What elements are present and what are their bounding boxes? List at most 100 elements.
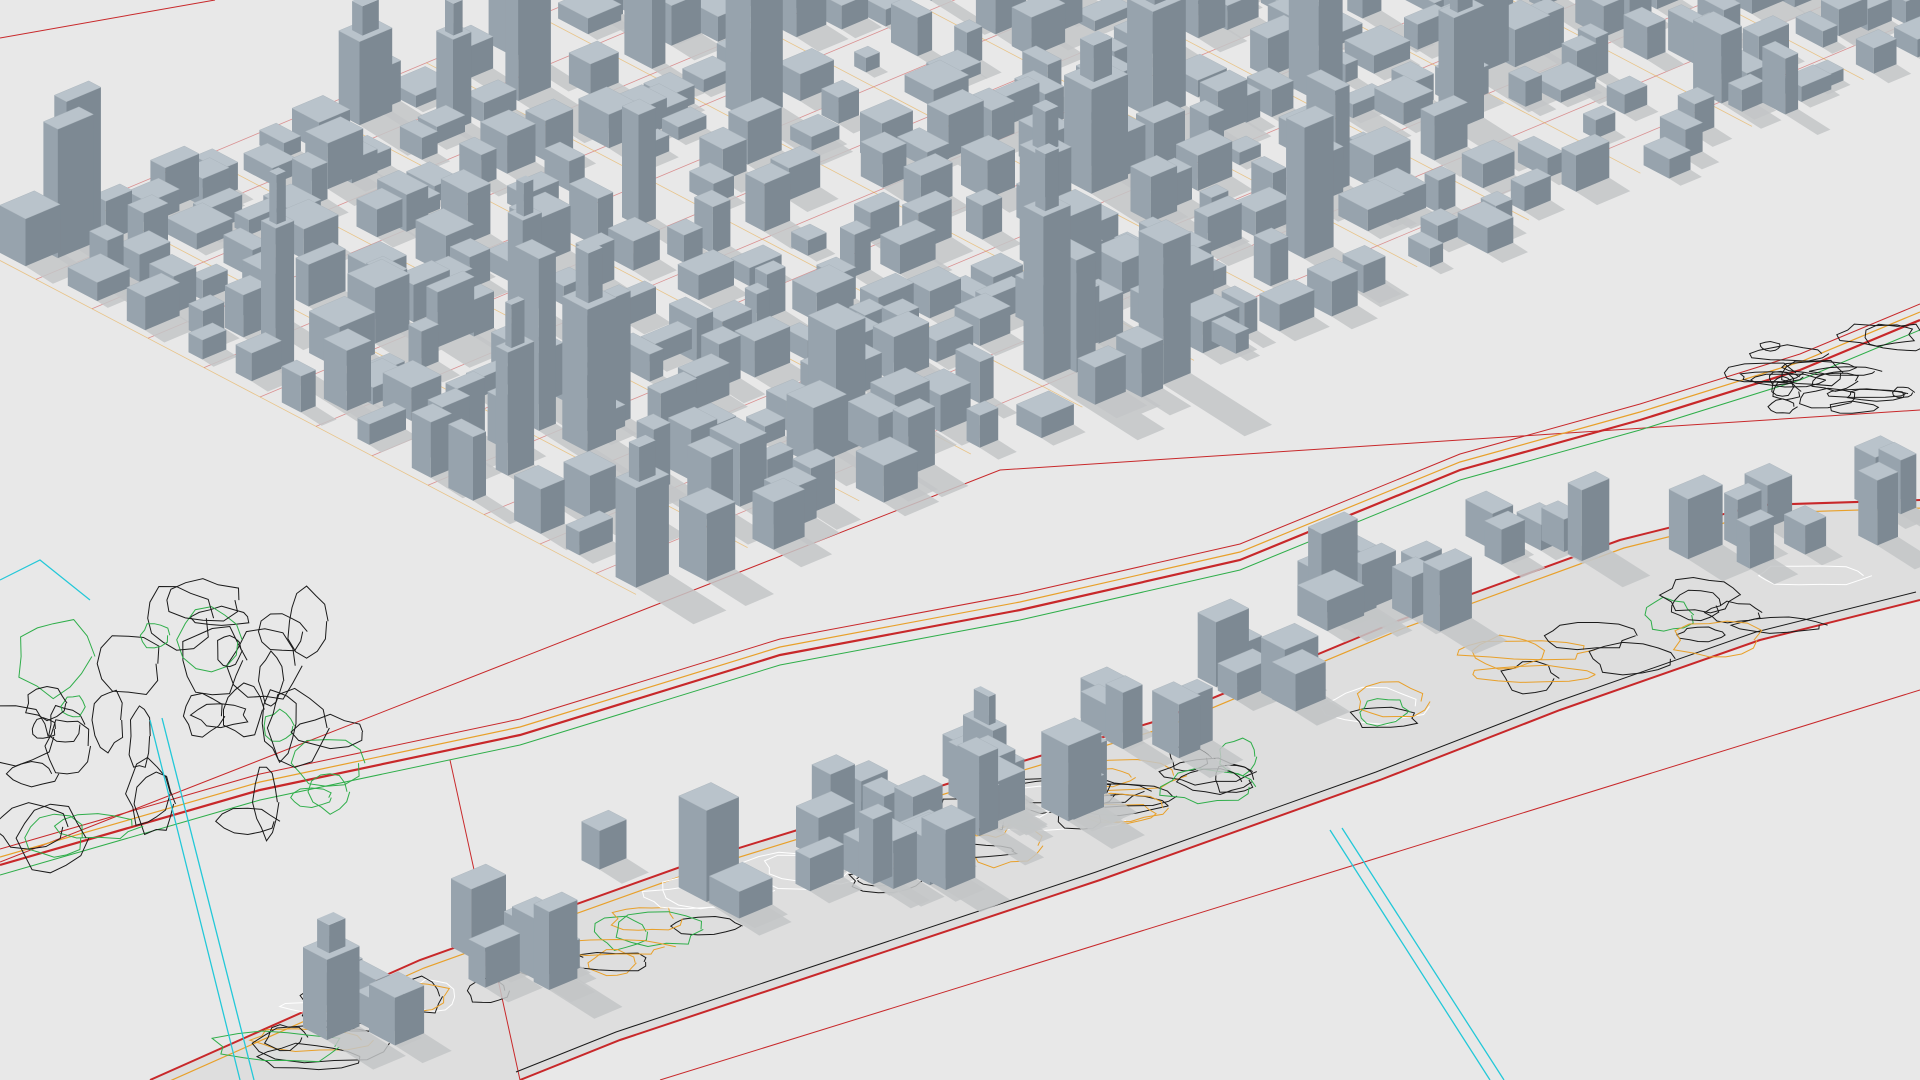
building-setback-right: [988, 694, 996, 726]
building-face-right: [1595, 32, 1609, 78]
building-face-right: [538, 251, 556, 431]
building: [323, 328, 372, 411]
building: [1761, 40, 1799, 115]
building-setback-right: [511, 299, 525, 349]
building-setback-left: [628, 441, 640, 482]
building-face-right: [1043, 205, 1071, 381]
building-face-left: [615, 477, 636, 588]
building-face-left: [678, 796, 707, 902]
building: [1253, 227, 1289, 287]
building-face-left: [1023, 206, 1044, 381]
building: [281, 359, 317, 413]
building: [744, 162, 791, 232]
building-face-right: [1785, 53, 1799, 115]
building-face-right: [652, 0, 666, 69]
building-face-right: [979, 356, 994, 404]
building-face-right: [1152, 0, 1186, 120]
building-face-right: [917, 11, 933, 57]
building-face-right: [1900, 453, 1917, 515]
building: [1271, 648, 1327, 712]
building: [860, 131, 907, 188]
building: [678, 487, 736, 582]
building: [1424, 165, 1456, 213]
building-face-right: [346, 340, 371, 411]
building-face-left: [745, 173, 765, 232]
building: [965, 188, 1003, 240]
building-face-right: [945, 817, 976, 891]
building-face-right: [326, 946, 360, 1041]
building-setback-left: [352, 0, 363, 36]
building-setback-right: [639, 440, 656, 482]
building: [1736, 509, 1775, 569]
building: [1285, 105, 1335, 259]
building-face-right: [767, 266, 786, 319]
building-face-left: [1668, 489, 1688, 560]
building-setback-left: [269, 171, 277, 225]
building-face-left: [1041, 731, 1069, 822]
building-face-left: [1286, 118, 1305, 259]
building-face-left: [1567, 482, 1582, 562]
building-face-right: [893, 831, 917, 889]
building: [621, 98, 657, 226]
building: [1422, 548, 1473, 632]
building-face-left: [533, 903, 550, 990]
building-face-right: [854, 228, 871, 277]
building: [821, 79, 860, 124]
building-face-right: [1178, 695, 1201, 759]
building: [966, 400, 999, 448]
building: [858, 803, 893, 885]
building-face-right: [587, 297, 616, 452]
building-face-right: [473, 431, 486, 501]
building-face-right: [518, 0, 551, 101]
building-face-right: [638, 107, 656, 226]
building-face-right: [1270, 236, 1289, 287]
building-setback-left: [505, 301, 512, 349]
building-face-left: [725, 0, 751, 121]
building-face-right: [636, 474, 669, 588]
building-face-right: [359, 28, 393, 126]
building-face-right: [507, 341, 535, 476]
building-setback-left: [445, 0, 454, 36]
city-model-viewport[interactable]: [0, 0, 1920, 1080]
building-face-right: [1091, 74, 1128, 194]
building-face-right: [1581, 478, 1610, 562]
building-face-right: [1068, 731, 1102, 822]
building: [921, 804, 976, 891]
building-face-left: [1736, 519, 1750, 569]
building-face-right: [1163, 232, 1191, 385]
building: [368, 971, 425, 1046]
building-face-left: [1127, 0, 1153, 120]
building-face-right: [300, 370, 316, 413]
building: [1151, 681, 1201, 759]
building: [1040, 717, 1102, 822]
building-face-right: [57, 114, 94, 259]
building-face-right: [421, 324, 439, 369]
building-face-left: [411, 412, 431, 478]
building-setback-right: [523, 179, 534, 217]
building-setback-right: [588, 247, 603, 304]
building: [533, 891, 578, 990]
building-setback-left: [575, 246, 589, 304]
building: [0, 190, 61, 267]
building-face-left: [495, 346, 508, 476]
building: [411, 403, 453, 478]
building-face-left: [1420, 109, 1435, 161]
building-face-left: [562, 296, 588, 452]
building-face-right: [549, 900, 578, 990]
building: [513, 464, 566, 534]
building-face-left: [858, 811, 874, 885]
building-setback-right: [1093, 37, 1112, 83]
building: [581, 809, 627, 870]
building: [1105, 675, 1143, 750]
building-face-left: [1858, 470, 1878, 546]
building-face-right: [1877, 471, 1898, 546]
building-setback-right: [1045, 148, 1059, 212]
building-face-left: [303, 947, 327, 1041]
building-face-right: [1304, 115, 1334, 259]
building: [505, 0, 551, 101]
building-face-left: [451, 878, 472, 958]
building-setback-left: [1035, 148, 1046, 212]
building: [1668, 474, 1724, 560]
building-face-left: [1724, 493, 1738, 547]
building-face-right: [979, 748, 999, 837]
